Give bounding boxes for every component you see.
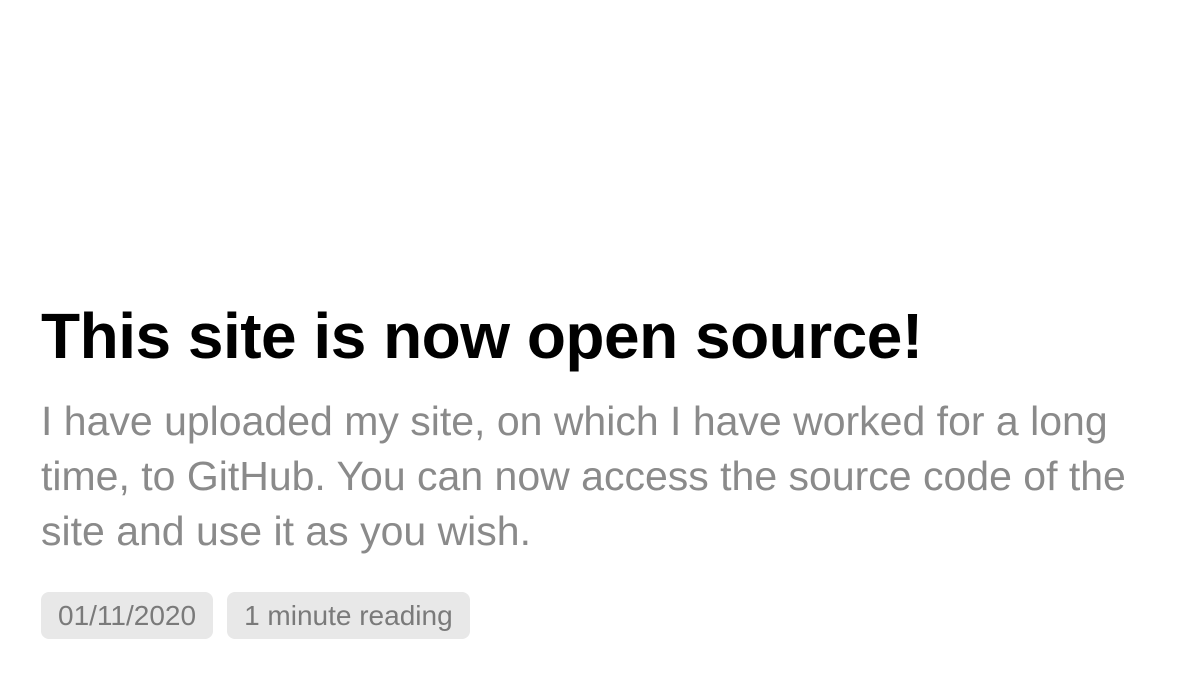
post-meta: 01/11/2020 1 minute reading (41, 592, 1161, 639)
post-content: This site is now open source! I have upl… (41, 296, 1161, 639)
reading-time-badge: 1 minute reading (227, 592, 470, 639)
date-badge: 01/11/2020 (41, 592, 214, 639)
post-description: I have uploaded my site, on which I have… (41, 398, 1126, 554)
post-card: This site is now open source! I have upl… (0, 0, 1200, 675)
post-title[interactable]: This site is now open source! (41, 296, 1161, 376)
